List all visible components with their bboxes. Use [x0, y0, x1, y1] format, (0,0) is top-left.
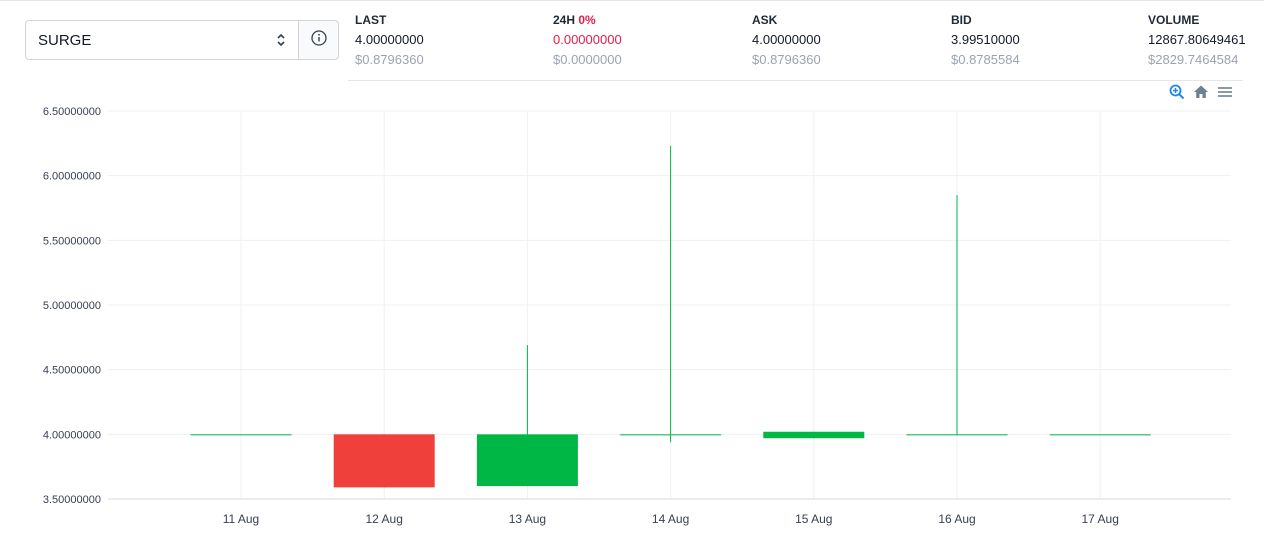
stat-ask-label: ASK [752, 13, 778, 27]
candle-body [1049, 434, 1151, 436]
menu-icon [1218, 87, 1232, 97]
stat-volume-value: 12867.80649461 [1148, 32, 1246, 47]
zoom-in-button[interactable] [1168, 83, 1186, 101]
chart-toolbar [1168, 83, 1234, 101]
top-rule [0, 0, 1264, 1]
x-tick-label: 15 Aug [795, 512, 832, 526]
home-icon [1194, 85, 1208, 98]
stat-ask: ASK 4.00000000 $0.8796360 [752, 11, 821, 70]
stat-last-label: LAST [355, 13, 387, 27]
stat-ask-value: 4.00000000 [752, 32, 821, 47]
stat-last: LAST 4.00000000 $0.8796360 [355, 11, 424, 70]
stat-bid-value: 3.99510000 [951, 32, 1020, 47]
chart-menu-button[interactable] [1216, 83, 1234, 101]
candle-body [620, 434, 722, 436]
stat-volume: VOLUME 12867.80649461 $2829.7464584 [1148, 11, 1246, 70]
stat-volume-usd: $2829.7464584 [1148, 52, 1239, 67]
x-tick-label: 12 Aug [366, 512, 403, 526]
stat-24h-percent: 0% [578, 13, 596, 27]
stat-ask-usd: $0.8796360 [752, 52, 821, 67]
y-tick-label: 5.50000000 [43, 235, 101, 247]
x-tick-label: 17 Aug [1082, 512, 1119, 526]
stat-bid-label: BID [951, 13, 972, 27]
zoom-in-icon [1169, 84, 1185, 100]
candle-body [190, 434, 292, 436]
y-tick-label: 3.50000000 [43, 494, 101, 506]
reset-zoom-button[interactable] [1192, 83, 1210, 101]
y-tick-label: 4.50000000 [43, 365, 101, 377]
y-tick-label: 5.00000000 [43, 300, 101, 312]
stat-last-usd: $0.8796360 [355, 52, 424, 67]
stat-bid-usd: $0.8785584 [951, 52, 1020, 67]
stat-24h-label-row: 24H 0% [553, 11, 622, 29]
y-tick-label: 6.00000000 [43, 171, 101, 183]
x-tick-label: 11 Aug [223, 512, 259, 526]
x-tick-label: 13 Aug [509, 512, 546, 526]
y-tick-label: 4.00000000 [43, 429, 101, 441]
candle-body [906, 434, 1008, 436]
x-tick-label: 16 Aug [938, 512, 975, 526]
stat-24h: 24H 0% 0.00000000 $0.0000000 [553, 11, 622, 70]
market-stats: LAST 4.00000000 $0.8796360 24H 0% 0.0000… [0, 11, 1264, 71]
candle-body [333, 434, 435, 488]
stat-24h-label: 24H [553, 13, 576, 27]
stat-24h-value: 0.00000000 [553, 32, 622, 47]
stat-volume-label: VOLUME [1148, 13, 1200, 27]
x-tick-label: 14 Aug [652, 512, 689, 526]
candlestick-chart[interactable]: 6.50000000 6.00000000 5.50000000 5.00000000… [0, 100, 1264, 540]
stat-bid: BID 3.99510000 $0.8785584 [951, 11, 1020, 70]
stats-divider [348, 80, 1243, 81]
stat-last-value: 4.00000000 [355, 32, 424, 47]
y-tick-label: 6.50000000 [43, 106, 101, 118]
candle-body [476, 434, 578, 487]
candle-body [763, 431, 865, 439]
stat-24h-usd: $0.0000000 [553, 52, 622, 67]
